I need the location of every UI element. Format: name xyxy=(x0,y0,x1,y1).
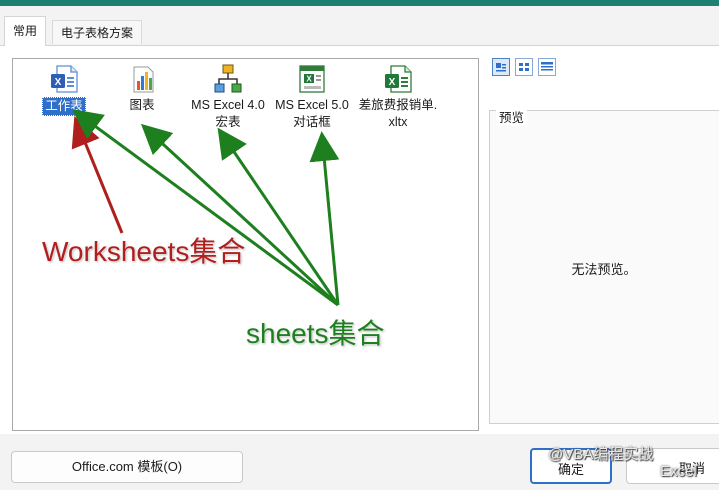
svg-text:X: X xyxy=(389,77,396,88)
svg-text:X: X xyxy=(306,75,312,84)
excel-template-icon: X xyxy=(385,65,412,93)
chart-icon xyxy=(133,66,154,93)
watermark-text: @VBA编程实战 xyxy=(548,446,654,463)
template-label: MS Excel 4.0 宏表 xyxy=(191,98,265,129)
title-bar-accent xyxy=(0,0,719,6)
details-view-icon xyxy=(541,62,553,71)
large-icons-view-icon xyxy=(496,63,506,72)
template-item-chart[interactable]: 图表 xyxy=(97,63,187,114)
tab-spreadsheet-solutions[interactable]: 电子表格方案 xyxy=(52,20,143,44)
template-item-macro-sheet[interactable]: MS Excel 4.0 宏表 xyxy=(183,63,273,131)
macro-sheet-icon xyxy=(214,64,242,93)
office-com-templates-button[interactable]: Office.com 模板(O) xyxy=(11,451,243,483)
list-view-icon xyxy=(519,63,529,71)
template-item-dialog-sheet[interactable]: X MS Excel 5.0 对话框 xyxy=(267,63,357,131)
watermark-text-2: Excel xyxy=(660,463,697,480)
excel-worksheet-icon: X xyxy=(51,65,78,93)
worksheets-collection-annotation: Worksheets集合 xyxy=(42,236,246,267)
template-label: 图表 xyxy=(129,98,155,112)
details-view-button[interactable] xyxy=(538,58,556,76)
large-icons-view-button[interactable] xyxy=(492,58,510,76)
template-item-travel-expense[interactable]: X 差旅费报销单. xltx xyxy=(353,63,443,131)
tab-strip: 常用 电子表格方案 xyxy=(0,16,719,46)
template-label: MS Excel 5.0 对话框 xyxy=(275,98,349,129)
template-item-worksheet[interactable]: X 工作表 xyxy=(19,63,109,116)
list-view-button[interactable] xyxy=(515,58,533,76)
tab-common[interactable]: 常用 xyxy=(4,16,47,46)
sheets-collection-annotation: sheets集合 xyxy=(246,318,385,349)
svg-text:X: X xyxy=(55,77,62,88)
preview-title: 预览 xyxy=(496,107,528,126)
preview-message: 无法预览。 xyxy=(571,262,637,277)
template-label: 差旅费报销单. xltx xyxy=(358,98,438,129)
template-label: 工作表 xyxy=(42,97,86,116)
dialog-sheet-icon: X xyxy=(299,65,325,93)
